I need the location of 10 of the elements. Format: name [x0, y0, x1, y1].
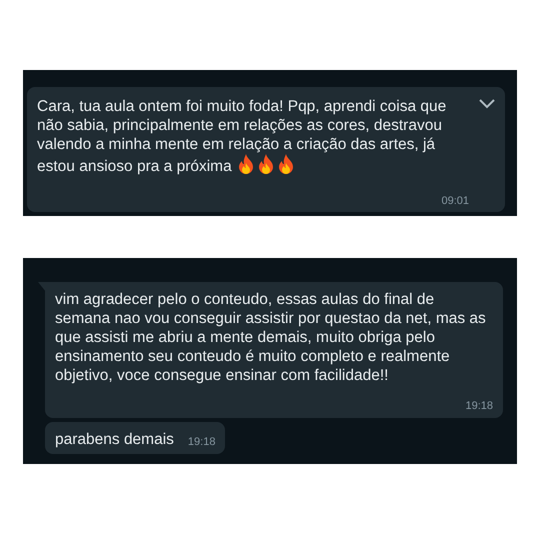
message-time: 19:18 — [188, 435, 216, 449]
message-time: 09:01 — [440, 194, 469, 208]
fire-icon — [256, 154, 275, 174]
chevron-down-icon[interactable] — [479, 99, 495, 109]
message-time: 19:18 — [465, 399, 493, 413]
fire-icon — [236, 154, 255, 174]
fire-icon — [276, 154, 295, 174]
message-text: Cara, tua aula ontem foi muito foda! Pqp, aprendi coisa que não sabia, principalmente em relações as cores, destravou valendo a minha mente em relação a criação das artes, já estou ansioso pra a próxima — [37, 97, 448, 176]
message-text: parabens demais — [55, 430, 174, 449]
message-text: vim agradecer pelo o conteudo, essas aulas do final de semana nao vou conseguir assistir por questao da net, mas as que assisti me abriu a mente demais, muito obriga pelo ensinamento seu conteudo é muito completo e realmente objetivo, voce consegue ensinar com facilidade!! — [55, 290, 487, 385]
